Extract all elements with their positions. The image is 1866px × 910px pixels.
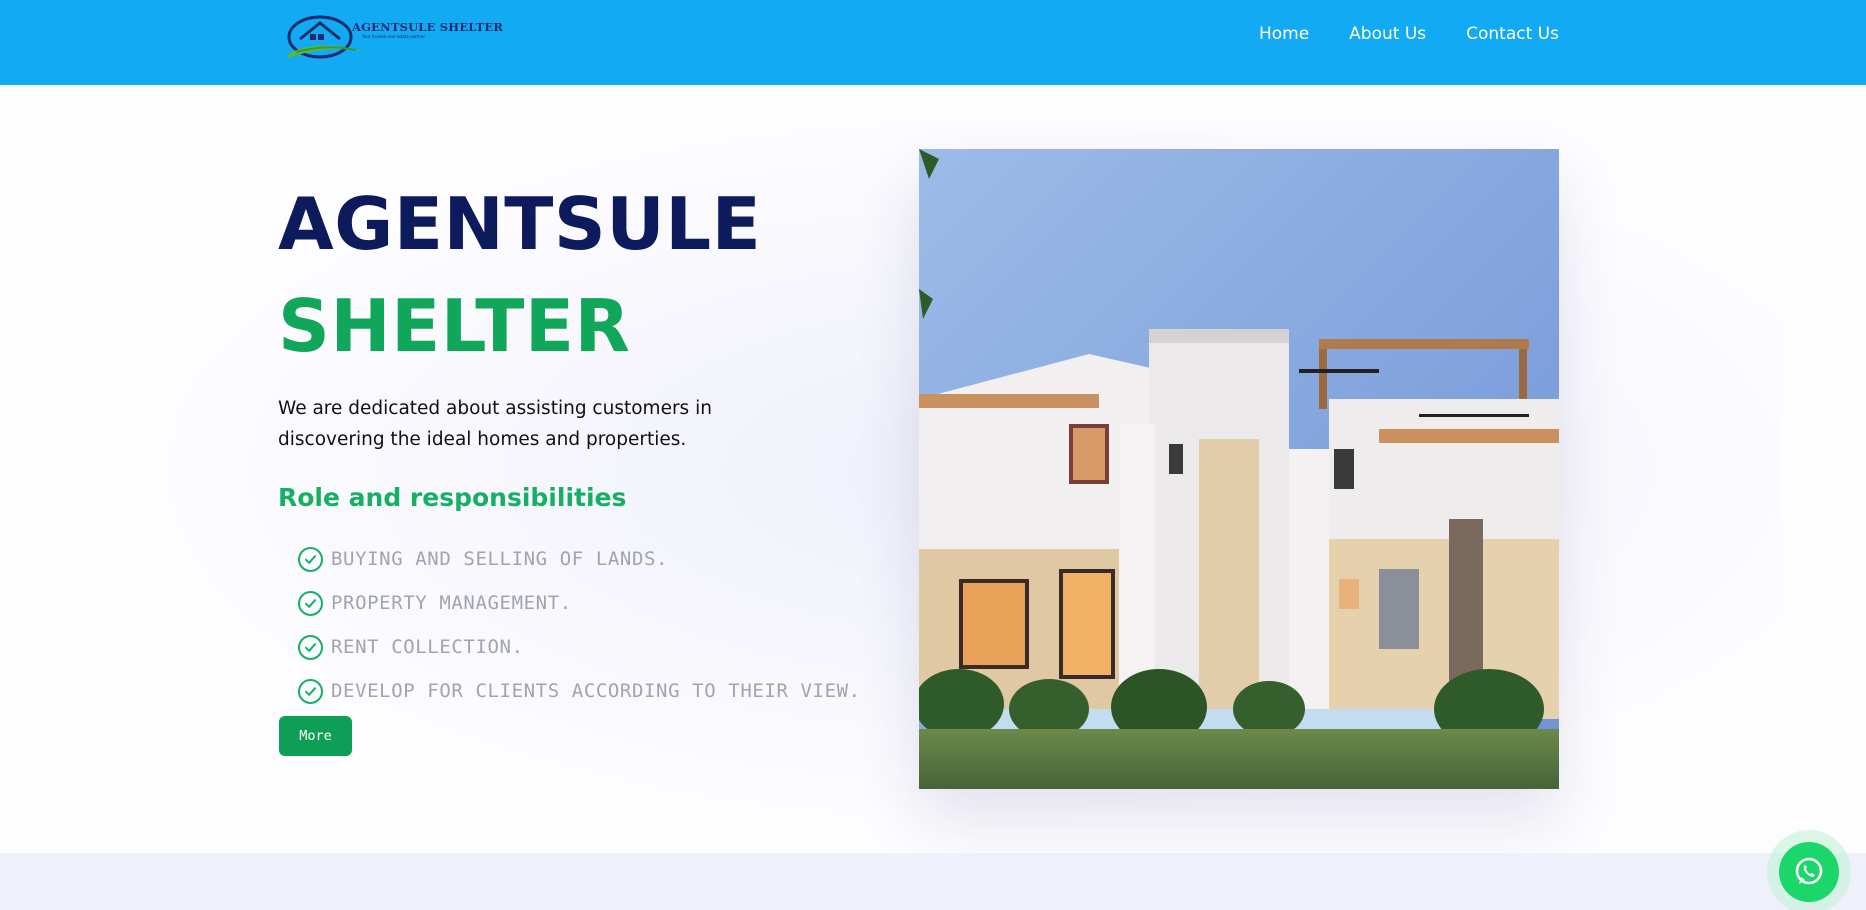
logo-tagline: Your trusted real estate partner bbox=[362, 34, 426, 39]
role-text: BUYING AND SELLING OF LANDS. bbox=[331, 548, 669, 570]
check-circle-icon bbox=[298, 678, 323, 704]
whatsapp-button[interactable] bbox=[1767, 830, 1851, 910]
role-text: RENT COLLECTION. bbox=[331, 636, 524, 658]
check-circle-icon bbox=[298, 546, 323, 572]
nav-about-us[interactable]: About Us bbox=[1349, 24, 1426, 44]
list-item: DEVELOP FOR CLIENTS ACCORDING TO THEIR V… bbox=[298, 669, 861, 713]
nav-home[interactable]: Home bbox=[1259, 24, 1309, 44]
logo-name: AGENTSULE SHELTER bbox=[352, 20, 504, 34]
list-item: BUYING AND SELLING OF LANDS. bbox=[298, 537, 861, 581]
site-logo[interactable]: AGENTSULE SHELTER Your trusted real esta… bbox=[286, 12, 503, 62]
site-header: AGENTSULE SHELTER Your trusted real esta… bbox=[0, 0, 1866, 85]
role-text: PROPERTY MANAGEMENT. bbox=[331, 592, 572, 614]
list-item: PROPERTY MANAGEMENT. bbox=[298, 581, 861, 625]
role-text: DEVELOP FOR CLIENTS ACCORDING TO THEIR V… bbox=[331, 680, 861, 702]
hero-title-line1: AGENTSULE bbox=[278, 182, 762, 266]
roles-list: BUYING AND SELLING OF LANDS. PROPERTY MA… bbox=[298, 537, 861, 713]
roles-heading: Role and responsibilities bbox=[278, 483, 627, 512]
check-circle-icon bbox=[298, 634, 323, 660]
hero-house-image bbox=[919, 149, 1559, 789]
main-nav: Home About Us Contact Us bbox=[1259, 24, 1559, 44]
next-section-band bbox=[0, 853, 1866, 910]
nav-contact-us[interactable]: Contact Us bbox=[1466, 24, 1559, 44]
more-button[interactable]: More bbox=[279, 716, 352, 756]
hero-title-line2: SHELTER bbox=[278, 284, 631, 368]
hero-description: We are dedicated about assisting custome… bbox=[278, 398, 712, 450]
whatsapp-icon bbox=[1779, 842, 1839, 902]
check-circle-icon bbox=[298, 590, 323, 616]
list-item: RENT COLLECTION. bbox=[298, 625, 861, 669]
